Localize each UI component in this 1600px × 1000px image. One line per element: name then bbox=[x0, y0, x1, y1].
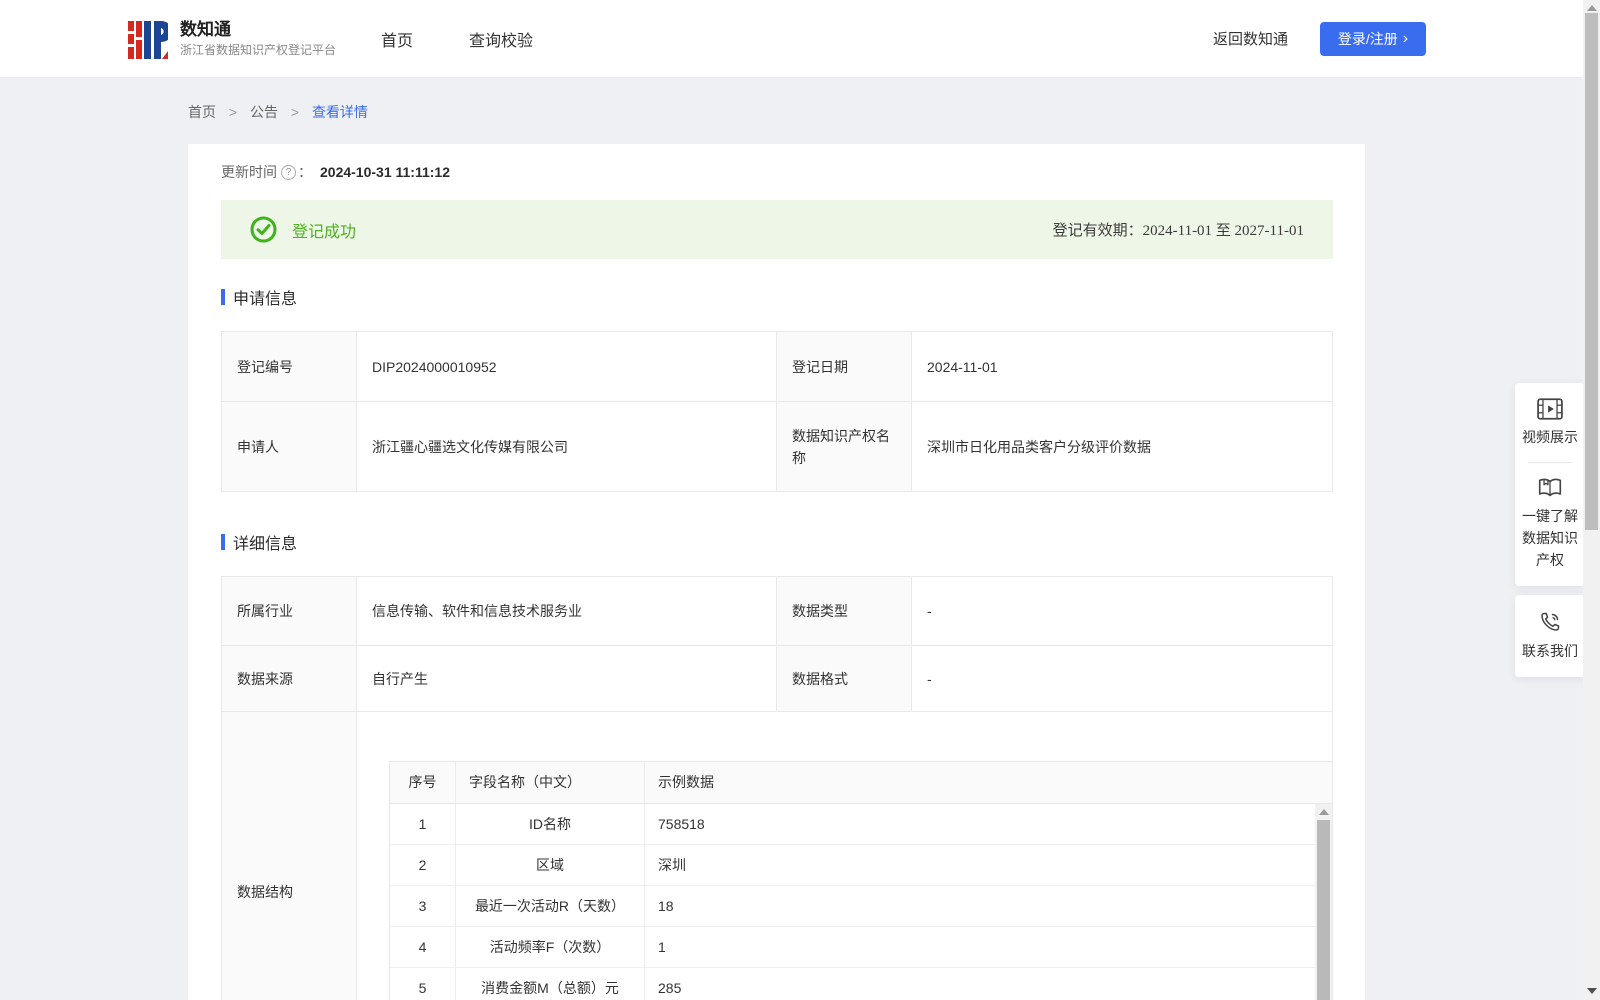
apply-info-table: 登记编号 DIP2024000010952 登记日期 2024-11-01 申请… bbox=[221, 331, 1333, 492]
label-data-type: 数据类型 bbox=[776, 576, 912, 646]
label-data-format: 数据格式 bbox=[776, 645, 912, 712]
data-structure-cell: 序号 字段名称（中文） 示例数据 1 ID名称 758518 2 区域 深圳 3… bbox=[356, 711, 1333, 1000]
section-accent-bar bbox=[221, 534, 225, 550]
learn-dip-button[interactable]: 一键了解数据知识产权 bbox=[1521, 477, 1579, 571]
breadcrumb-notice[interactable]: 公告 bbox=[250, 104, 278, 120]
structure-table-scrollbar bbox=[1315, 803, 1332, 1000]
scroll-down-arrow-icon[interactable] bbox=[1587, 988, 1597, 994]
phone-icon bbox=[1541, 612, 1560, 631]
structure-row: 2 区域 深圳 bbox=[390, 844, 1332, 886]
logo-icon bbox=[128, 20, 168, 59]
breadcrumb-current: 查看详情 bbox=[311, 104, 368, 120]
login-register-button[interactable]: 登录/注册 › bbox=[1320, 21, 1426, 56]
scrollbar-thumb[interactable] bbox=[1317, 819, 1330, 1000]
label-applicant: 申请人 bbox=[221, 401, 357, 492]
update-time-row: 更新时间 ? ： 2024-10-31 11:11:12 bbox=[221, 164, 450, 180]
label-data-structure: 数据结构 bbox=[221, 711, 357, 1000]
registration-success-banner: 登记成功 登记有效期：2024-11-01 至 2027-11-01 bbox=[221, 200, 1333, 259]
scrollbar-thumb[interactable] bbox=[1585, 13, 1598, 530]
breadcrumb-separator: > bbox=[290, 104, 300, 120]
question-circle-icon[interactable]: ? bbox=[281, 164, 296, 180]
value-dip-name: 深圳市日化用品类客户分级评价数据 bbox=[911, 401, 1333, 492]
logo[interactable]: 数知通 浙江省数据知识产权登记平台 bbox=[128, 18, 336, 60]
table-row: 数据来源 自行产生 数据格式 - bbox=[221, 645, 1333, 712]
structure-header-row: 序号 字段名称（中文） 示例数据 bbox=[390, 761, 1332, 804]
structure-row: 5 消费金额M（总额）元 285 bbox=[390, 967, 1332, 1000]
contact-us-button[interactable]: 联系我们 bbox=[1521, 610, 1579, 662]
nav-item-verify[interactable]: 查询校验 bbox=[469, 27, 533, 51]
validity-period: 登记有效期：2024-11-01 至 2027-11-01 bbox=[1052, 223, 1304, 239]
check-circle-icon bbox=[250, 216, 277, 243]
table-row: 所属行业 信息传输、软件和信息技术服务业 数据类型 - bbox=[221, 576, 1333, 646]
chevron-right-icon: › bbox=[1402, 29, 1409, 47]
table-row: 申请人 浙江疆心疆选文化传媒有限公司 数据知识产权名称 深圳市日化用品类客户分级… bbox=[221, 401, 1333, 492]
detail-info-table: 所属行业 信息传输、软件和信息技术服务业 数据类型 - 数据来源 自行产生 数据… bbox=[221, 576, 1333, 1000]
col-header-sample: 示例数据 bbox=[658, 774, 714, 790]
back-to-portal-link[interactable]: 返回数知通 bbox=[1213, 28, 1288, 49]
logo-subtitle: 浙江省数据知识产权登记平台 bbox=[180, 42, 337, 57]
value-industry: 信息传输、软件和信息技术服务业 bbox=[356, 576, 777, 646]
value-reg-number: DIP2024000010952 bbox=[356, 331, 777, 402]
data-structure-table: 序号 字段名称（中文） 示例数据 1 ID名称 758518 2 区域 深圳 3… bbox=[389, 760, 1333, 1000]
book-icon bbox=[1538, 478, 1562, 497]
table-row: 数据结构 序号 字段名称（中文） 示例数据 1 ID名称 758518 2 区域… bbox=[221, 711, 1333, 1000]
value-data-source: 自行产生 bbox=[356, 645, 777, 712]
page-scrollbar bbox=[1583, 0, 1600, 1000]
side-panel-top: 视频展示 一键了解数据知识产权 bbox=[1515, 383, 1585, 586]
contact-us-label: 联系我们 bbox=[1522, 643, 1578, 659]
divider bbox=[1528, 462, 1572, 463]
learn-dip-label: 一键了解数据知识产权 bbox=[1522, 508, 1578, 568]
breadcrumb-home[interactable]: 首页 bbox=[188, 104, 216, 120]
nav-item-home[interactable]: 首页 bbox=[381, 27, 413, 51]
col-header-no: 序号 bbox=[390, 761, 456, 803]
value-data-type: - bbox=[911, 576, 1333, 646]
video-showcase-button[interactable]: 视频展示 bbox=[1521, 398, 1579, 448]
structure-row: 3 最近一次活动R（天数） 18 bbox=[390, 885, 1332, 927]
update-time-value: 2024-10-31 11:11:12 bbox=[320, 164, 450, 180]
logo-title: 数知通 bbox=[180, 19, 231, 39]
structure-row: 1 ID名称 758518 bbox=[390, 803, 1332, 845]
top-bar: 数知通 浙江省数据知识产权登记平台 首页 查询校验 返回数知通 登录/注册 › bbox=[0, 0, 1600, 78]
status-text: 登记成功 bbox=[292, 223, 357, 241]
col-header-field: 字段名称（中文） bbox=[456, 761, 645, 803]
label-reg-number: 登记编号 bbox=[221, 331, 357, 402]
video-showcase-label: 视频展示 bbox=[1522, 429, 1578, 445]
breadcrumb: 首页 > 公告 > 查看详情 bbox=[0, 78, 1600, 122]
side-panel-contact: 联系我们 bbox=[1515, 595, 1585, 677]
label-dip-name: 数据知识产权名称 bbox=[776, 401, 912, 492]
section-title-apply: 申请信息 bbox=[221, 285, 1333, 309]
value-applicant: 浙江疆心疆选文化传媒有限公司 bbox=[356, 401, 777, 492]
section-title-detail: 详细信息 bbox=[221, 530, 1333, 554]
label-data-source: 数据来源 bbox=[221, 645, 357, 712]
section-accent-bar bbox=[221, 289, 225, 305]
structure-row: 4 活动频率F（次数） 1 bbox=[390, 926, 1332, 968]
scroll-up-arrow-icon[interactable] bbox=[1587, 5, 1597, 11]
value-reg-date: 2024-11-01 bbox=[911, 331, 1333, 402]
detail-card: 更新时间 ? ： 2024-10-31 11:11:12 登记成功 登记有效期：… bbox=[188, 144, 1365, 1000]
value-data-format: - bbox=[911, 645, 1333, 712]
scroll-up-arrow-icon[interactable] bbox=[1319, 808, 1329, 815]
label-industry: 所属行业 bbox=[221, 576, 357, 646]
breadcrumb-separator: > bbox=[228, 104, 238, 120]
update-time-label: 更新时间 bbox=[221, 164, 277, 180]
main-nav: 首页 查询校验 bbox=[381, 27, 589, 51]
label-reg-date: 登记日期 bbox=[776, 331, 912, 402]
table-row: 登记编号 DIP2024000010952 登记日期 2024-11-01 bbox=[221, 331, 1333, 402]
video-icon bbox=[1537, 398, 1563, 420]
